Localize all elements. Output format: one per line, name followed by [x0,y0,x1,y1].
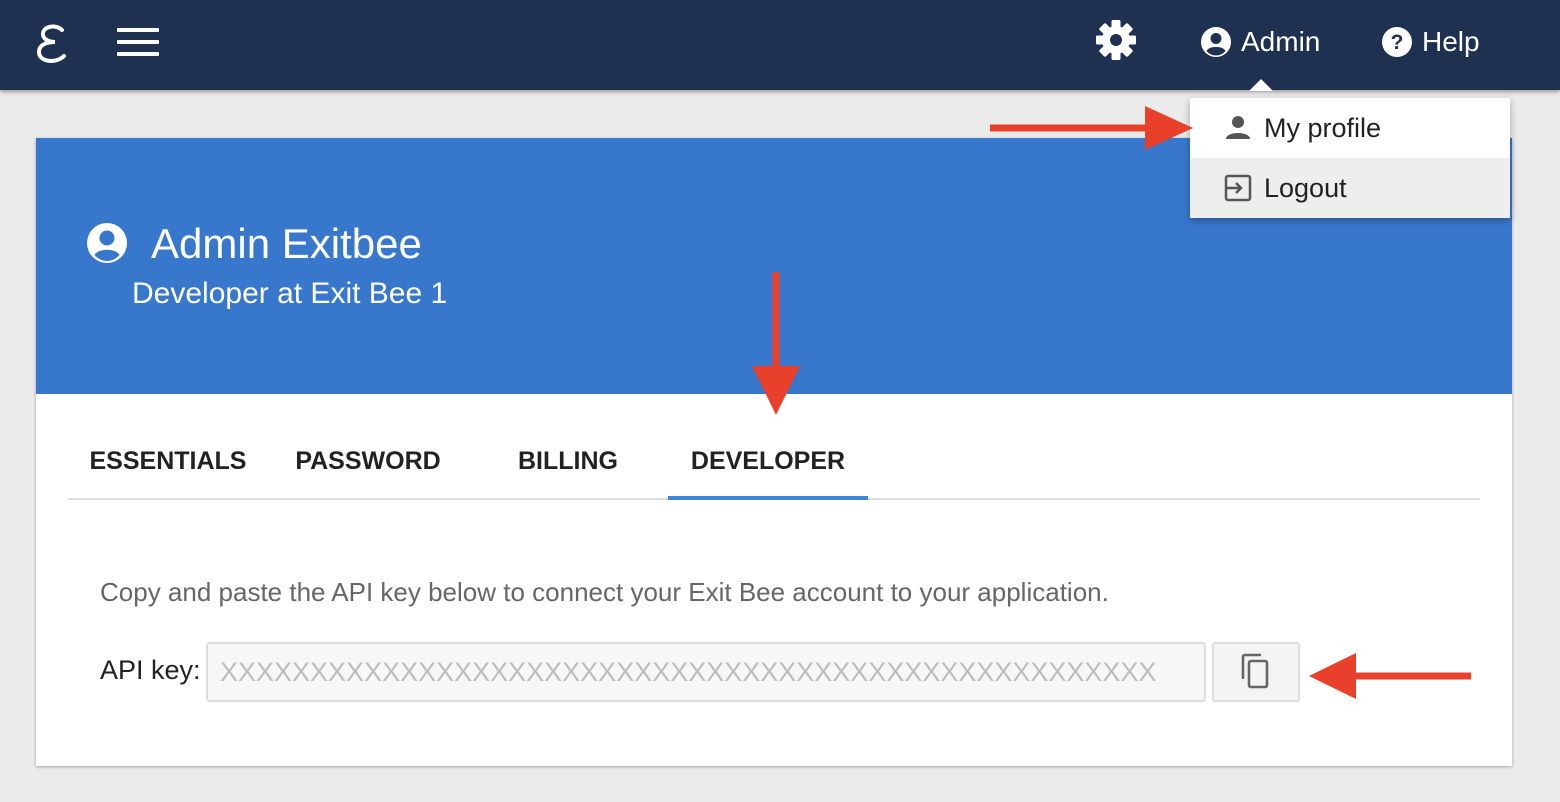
admin-label: Admin [1241,26,1321,57]
dropdown-item-my-profile[interactable]: My profile [1190,98,1510,158]
profile-role: Developer at Exit Bee 1 [132,277,448,310]
person-icon [1226,116,1250,139]
hamburger-menu-icon[interactable] [117,28,159,60]
account-circle-icon [1201,27,1231,57]
dropdown-item-logout[interactable]: Logout [1190,158,1510,218]
help-label: Help [1422,26,1480,57]
profile-name: Admin Exitbee [151,220,422,267]
annotation-arrow-copy-button [1309,653,1471,699]
api-key-field[interactable] [206,642,1206,702]
logout-icon [1224,174,1252,202]
help-menu[interactable]: ? Help [1381,22,1480,62]
account-circle-icon [87,223,127,263]
copy-icon [1241,653,1269,689]
copy-api-key-button[interactable] [1212,642,1300,702]
admin-user-menu[interactable]: Admin [1200,22,1320,62]
exitbee-logo-icon[interactable] [34,22,74,66]
dropdown-item-label: My profile [1264,112,1382,143]
top-navbar: Admin ? Help [0,0,1560,90]
tab-essentials[interactable]: ESSENTIALS [68,436,268,500]
dropdown-caret [1249,79,1273,91]
profile-card: Admin Exitbee Developer at Exit Bee 1 ES… [36,138,1512,766]
gear-icon[interactable] [1094,18,1138,62]
tab-developer[interactable]: DEVELOPER [668,436,868,500]
svg-text:?: ? [1391,31,1404,54]
api-description: Copy and paste the API key below to conn… [100,577,1109,607]
annotation-arrow-my-profile [990,106,1193,150]
api-key-label: API key: [100,655,201,685]
help-circle-icon: ? [1382,27,1412,57]
profile-tabs: ESSENTIALS PASSWORD BILLING DEVELOPER [68,436,1480,500]
tab-billing[interactable]: BILLING [468,436,668,500]
annotation-arrow-developer-tab [752,272,800,415]
dropdown-item-label: Logout [1264,172,1347,203]
user-dropdown-menu: My profile Logout [1190,98,1510,218]
tab-password[interactable]: PASSWORD [268,436,468,500]
